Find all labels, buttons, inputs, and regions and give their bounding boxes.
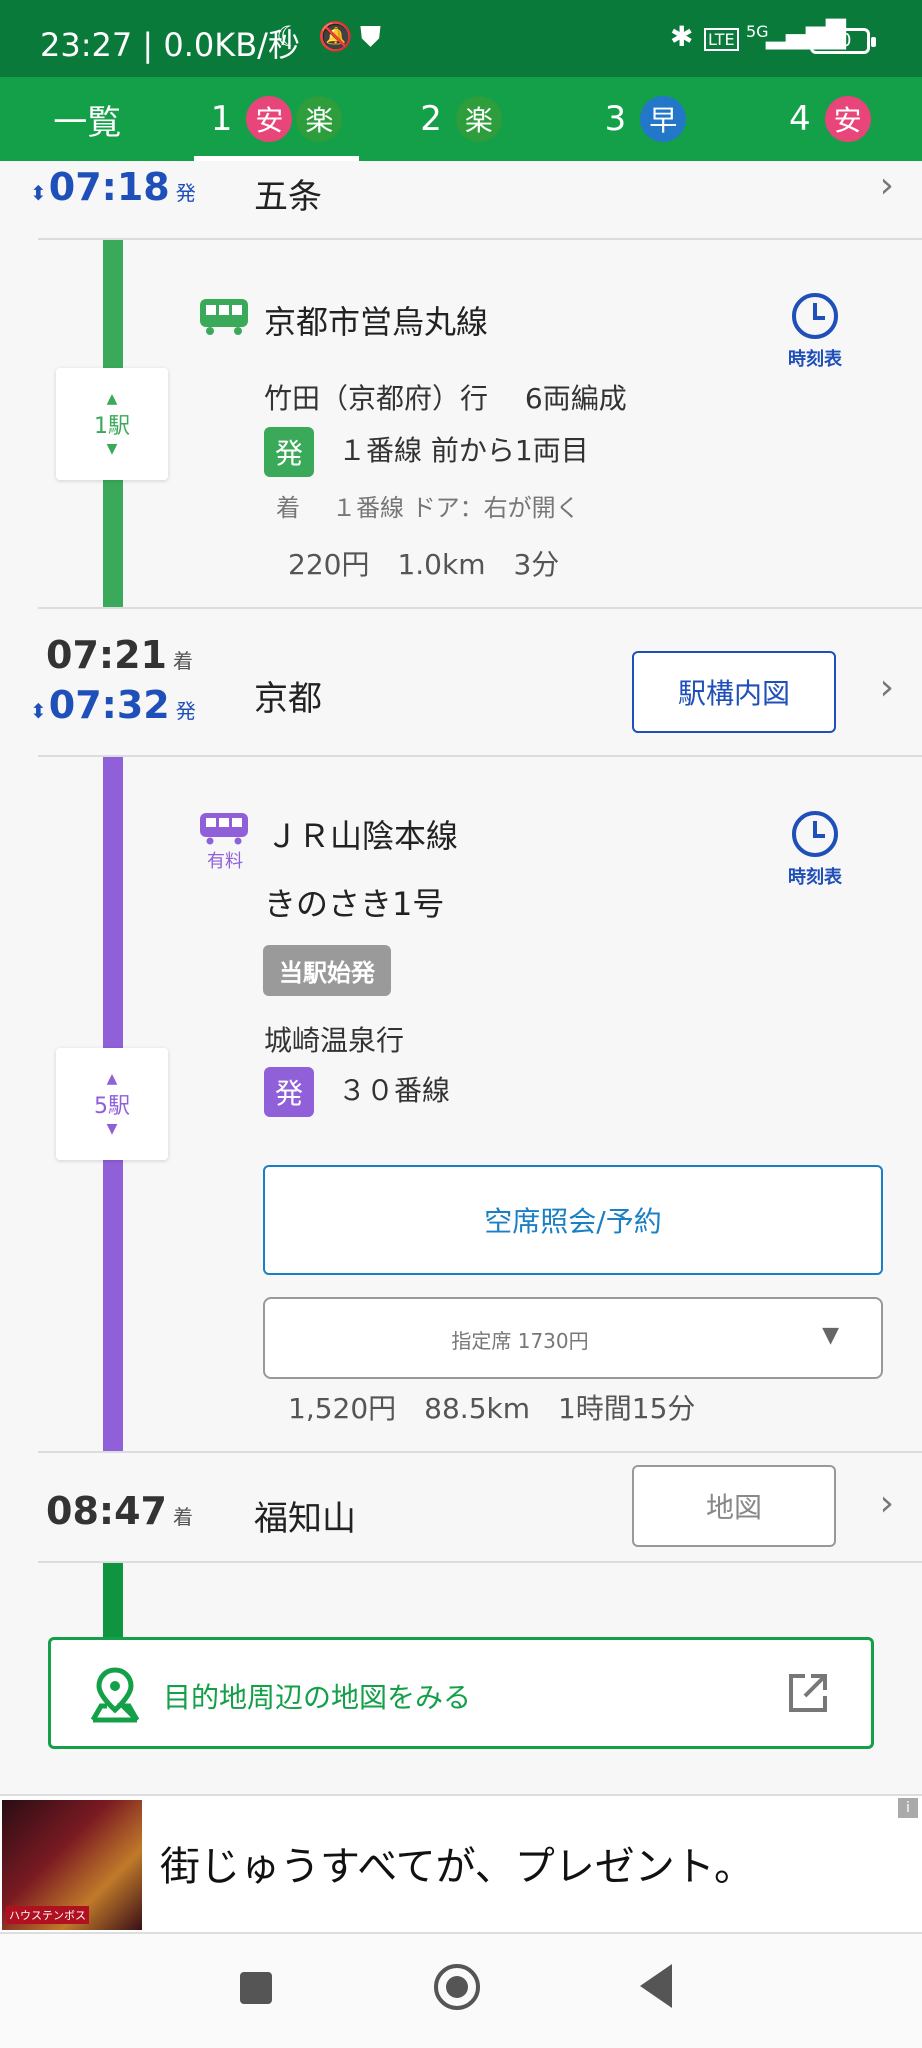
station-name: 福知山 — [254, 1499, 356, 1539]
ad-info-icon[interactable]: i — [898, 1798, 918, 1818]
paid-label: 有料 — [207, 851, 243, 872]
station-name: 五条 — [254, 177, 322, 217]
home-icon[interactable] — [434, 1964, 480, 2010]
tab-list[interactable]: 一覧 — [0, 77, 184, 161]
arrival-time: 08:47 — [46, 1489, 167, 1533]
chevron-right-icon[interactable]: › — [880, 667, 894, 708]
train-destination: 城崎温泉行 — [264, 1024, 405, 1057]
station-map-button[interactable]: 駅構内図 — [632, 651, 836, 733]
stop-count-2[interactable]: ▲ 5駅 ▼ — [56, 1048, 168, 1160]
line-name: ＪＲ山陰本線 — [266, 817, 459, 855]
arrival-platform: 着 １番線 ドア：右が開く — [276, 494, 580, 522]
seat-reservation-button[interactable]: 空席照会/予約 — [263, 1165, 883, 1275]
map-button[interactable]: 地図 — [632, 1465, 836, 1547]
bell-off-icon: 🔕 — [318, 20, 353, 53]
cheap-badge: 安 — [824, 96, 871, 142]
destination-map-button[interactable]: 目的地周辺の地図をみる — [48, 1637, 874, 1749]
tab-route-1[interactable]: 1 安 楽 — [184, 77, 368, 161]
system-nav-bar — [0, 1934, 922, 2048]
expand-up-icon: ▲ — [106, 391, 118, 407]
expand-down-icon: ▼ — [106, 441, 118, 457]
clock-icon — [792, 293, 838, 339]
route-tabs: 一覧 1 安 楽 2 楽 3 早 4 安 — [0, 77, 922, 161]
origin-badge: 当駅始発 — [263, 945, 391, 996]
status-time: 23:27 | 0.0KB/秒 — [40, 26, 300, 64]
easy-badge: 楽 — [296, 96, 343, 142]
station-row-gojo[interactable]: ⬍07:18 発 五条 › — [0, 161, 922, 239]
route-detail: ⬍07:18 発 五条 › ▲ 1駅 ▼ 京都市営烏丸線 時刻表 竹田（京都府）行… — [0, 161, 922, 1794]
segment-summary: 220円 1.0km 3分 — [288, 548, 560, 581]
seat-type-select[interactable]: 指定席 1730円 ▼ — [263, 1297, 883, 1379]
divider — [38, 1561, 922, 1563]
expand-down-icon: ▼ — [106, 1121, 118, 1137]
arrival-time: 07:21 — [46, 633, 167, 677]
volte-icon: LTE — [704, 28, 739, 51]
chevron-right-icon[interactable]: › — [880, 165, 894, 206]
train-destination: 竹田（京都府）行 6両編成 — [264, 382, 627, 415]
recents-icon[interactable] — [240, 1972, 272, 2004]
easy-badge: 楽 — [455, 96, 502, 142]
divider — [38, 238, 922, 240]
ad-banner[interactable]: ハウステンボス 街じゅうすべてが、プレゼント。 i — [0, 1794, 922, 1934]
swap-arrow-icon: ⬍ — [30, 699, 47, 723]
tab-route-3[interactable]: 3 早 — [553, 77, 737, 161]
status-bar: 23:27 | 0.0KB/秒 ☾ 🔕 ⛊ ✱ LTE 5G ▂▄▆█ 80 — [0, 0, 922, 77]
moon-icon: ☾ — [276, 20, 302, 53]
clock-icon — [792, 811, 838, 857]
station-name: 京都 — [254, 679, 322, 719]
destination-map-label: 目的地周辺の地図をみる — [163, 1681, 472, 1714]
ad-image: ハウステンボス — [2, 1800, 142, 1930]
shield-icon: ⛊ — [360, 20, 382, 53]
departure-platform: 発 ３０番線 — [264, 1067, 450, 1117]
line-name: 京都市営烏丸線 — [264, 303, 489, 341]
expand-up-icon: ▲ — [106, 1071, 118, 1087]
tab-route-4[interactable]: 4 安 — [738, 77, 922, 161]
station-row-fukuchiyama: 08:47 着 福知山 地図 › — [0, 1453, 922, 1561]
chevron-right-icon[interactable]: › — [880, 1483, 894, 1524]
tab-route-2[interactable]: 2 楽 — [369, 77, 553, 161]
cheap-badge: 安 — [246, 96, 293, 142]
timetable-button-1[interactable]: 時刻表 — [770, 293, 860, 371]
subway-icon — [198, 297, 252, 335]
external-link-icon — [785, 1670, 831, 1720]
back-icon[interactable] — [640, 1964, 672, 2008]
train-name: きのさき1号 — [264, 885, 445, 923]
train-icon: 有料 — [198, 811, 252, 873]
departure-time: 07:32 — [48, 683, 170, 727]
battery-icon: 80 — [810, 28, 876, 54]
ad-text: 街じゅうすべてが、プレゼント。 — [160, 1844, 754, 1890]
bluetooth-icon: ✱ — [670, 20, 694, 53]
swap-arrow-icon: ⬍ — [30, 181, 47, 205]
segment-summary: 1,520円 88.5km 1時間15分 — [288, 1392, 696, 1425]
chevron-down-icon: ▼ — [822, 1323, 839, 1348]
map-pin-icon — [87, 1666, 143, 1728]
route-line-end — [103, 1563, 123, 1643]
timetable-button-2[interactable]: 時刻表 — [770, 811, 860, 889]
station-row-kyoto: 07:21 着 ⬍07:32 発 京都 駅構内図 › — [0, 609, 922, 733]
departure-platform: 発 １番線 前から1両目 — [264, 427, 589, 477]
departure-time: 07:18 — [48, 165, 170, 209]
fast-badge: 早 — [640, 96, 687, 142]
divider — [38, 755, 922, 757]
stop-count-1[interactable]: ▲ 1駅 ▼ — [56, 368, 168, 480]
